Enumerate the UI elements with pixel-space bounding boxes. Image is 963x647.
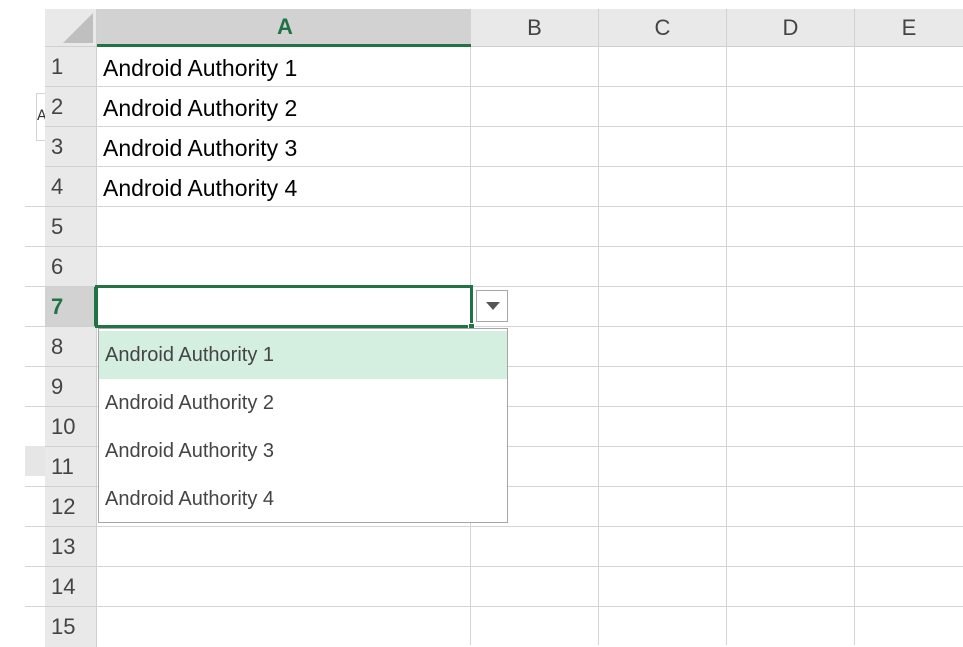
row-header-7[interactable]: 7 [45,287,97,327]
row-header-3[interactable]: 3 [45,127,97,167]
row-header-2[interactable]: 2 [45,87,97,127]
row-header-1[interactable]: 1 [45,47,97,87]
select-all-button[interactable] [45,9,97,47]
data-validation-dropdown-button[interactable] [476,290,508,322]
column-header-c[interactable]: C [599,9,727,47]
column-header-a[interactable]: A [97,9,474,47]
dropdown-option-1[interactable]: Android Authority 1 [99,331,507,379]
data-validation-list: Android Authority 1 Android Authority 2 … [98,328,508,523]
background-window-block [25,446,45,476]
dropdown-arrow-icon [486,302,500,310]
cell-a2[interactable]: Android Authority 2 [103,88,297,128]
row-header-14[interactable]: 14 [45,567,97,607]
row-header-10[interactable]: 10 [45,407,97,447]
row-header-12[interactable]: 12 [45,487,97,527]
row-header-8[interactable]: 8 [45,327,97,367]
active-cell-a7[interactable] [95,285,473,328]
column-header-d[interactable]: D [727,9,855,47]
cell-a4[interactable]: Android Authority 4 [103,168,297,208]
cell-a1[interactable]: Android Authority 1 [103,48,297,88]
column-header-b[interactable]: B [471,9,599,47]
dropdown-option-2[interactable]: Android Authority 2 [99,379,507,427]
row-header-6[interactable]: 6 [45,247,97,287]
row-header-5[interactable]: 5 [45,207,97,247]
select-all-corner-icon [63,13,93,43]
column-header-e[interactable]: E [855,9,963,47]
row-header-11[interactable]: 11 [45,447,97,487]
cell-a3[interactable]: Android Authority 3 [103,128,297,168]
row-header-15[interactable]: 15 [45,607,97,647]
row-header-13[interactable]: 13 [45,527,97,567]
row-header-4[interactable]: 4 [45,167,97,207]
dropdown-option-3[interactable]: Android Authority 3 [99,427,507,475]
dropdown-option-4[interactable]: Android Authority 4 [99,475,507,523]
row-header-9[interactable]: 9 [45,367,97,407]
